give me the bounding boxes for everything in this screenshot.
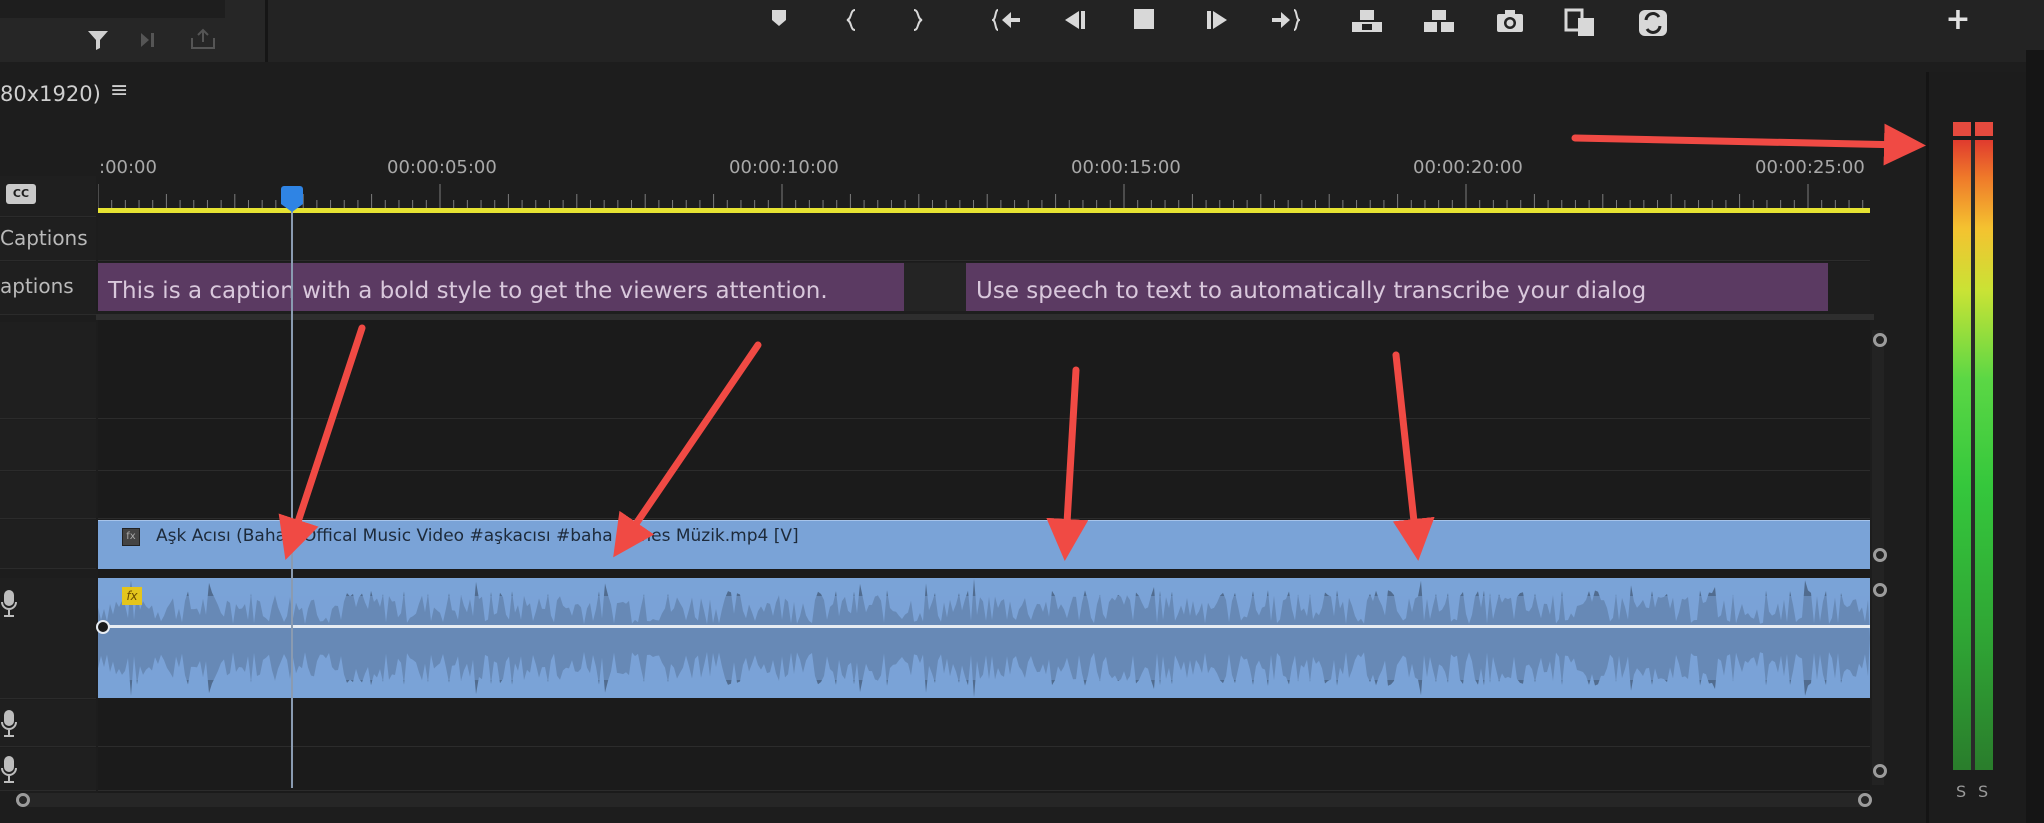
- track-header-video-main[interactable]: [0, 520, 96, 569]
- fx-badge: fx: [122, 587, 142, 605]
- track-header-audio-3[interactable]: [0, 748, 96, 791]
- go-to-out-icon[interactable]: [1265, 0, 1305, 40]
- caption-track-1[interactable]: [98, 218, 1870, 261]
- playhead-tip[interactable]: [281, 204, 303, 212]
- caption-clip[interactable]: Use speech to text to automatically tran…: [966, 263, 1828, 311]
- export-icon[interactable]: [183, 20, 223, 60]
- panel-edge: [2026, 50, 2044, 823]
- volume-keyframe-line[interactable]: [98, 625, 1870, 628]
- add-button[interactable]: +: [1938, 0, 1978, 40]
- microphone-icon[interactable]: [0, 588, 18, 624]
- ruler-timecode: 00:00:15:00: [1071, 157, 1181, 178]
- solo-button[interactable]: S: [1956, 782, 1966, 801]
- scroll-handle[interactable]: [1873, 548, 1887, 562]
- camera-icon[interactable]: [1490, 0, 1530, 40]
- fx-badge: fx: [122, 528, 140, 546]
- track-header-video-3[interactable]: [0, 322, 96, 419]
- video-track-2[interactable]: [98, 420, 1870, 471]
- step-forward-icon[interactable]: [1196, 0, 1236, 40]
- step-back-icon[interactable]: [1056, 0, 1096, 40]
- caption-track-label: aptions: [0, 274, 74, 298]
- sequence-name: 80x1920): [0, 82, 101, 106]
- track-header-video-1[interactable]: [0, 472, 96, 519]
- lift-icon[interactable]: [1347, 0, 1387, 40]
- peak-indicator-left[interactable]: [1953, 122, 1971, 136]
- playhead[interactable]: [281, 186, 303, 204]
- stop-icon[interactable]: [1124, 0, 1164, 40]
- ruler-timecode: 00:00:25:00: [1755, 157, 1865, 178]
- solo-button[interactable]: S: [1978, 782, 1988, 801]
- track-header-cc: CC: [0, 176, 96, 217]
- track-divider[interactable]: [96, 314, 1874, 320]
- sequence-menu-icon[interactable]: ≡: [110, 78, 128, 103]
- audio-meter-left: [1953, 140, 1971, 770]
- send-to-point-icon[interactable]: [130, 20, 170, 60]
- caption-clip[interactable]: This is a caption with a bold style to g…: [98, 263, 904, 311]
- microphone-icon[interactable]: [0, 754, 18, 790]
- video-track-1[interactable]: [98, 472, 1870, 519]
- zoom-handle-left[interactable]: [16, 793, 30, 807]
- panel-strip: [0, 0, 225, 18]
- annotation-arrow: [1571, 123, 1926, 166]
- ruler-timecode: :00:00: [99, 157, 157, 178]
- time-ruler[interactable]: [98, 180, 1870, 210]
- video-clip-label: Aşk Acısı (Baha - Offical Music Video #a…: [156, 526, 799, 546]
- microphone-icon[interactable]: [0, 708, 18, 744]
- scroll-handle[interactable]: [1873, 333, 1887, 347]
- video-track-3[interactable]: [98, 322, 1870, 419]
- playhead-line: [291, 206, 293, 788]
- extract-icon[interactable]: [1419, 0, 1459, 40]
- meter-divider: [1971, 140, 1975, 770]
- work-area-bar[interactable]: [98, 208, 1870, 213]
- go-to-in-icon[interactable]: [987, 0, 1027, 40]
- track-header-audio-1[interactable]: [0, 578, 96, 699]
- mark-in-icon[interactable]: [832, 0, 872, 40]
- loop-icon[interactable]: [1633, 0, 1673, 40]
- ruler-timecode: 00:00:05:00: [387, 157, 497, 178]
- audio-track-3[interactable]: [98, 748, 1870, 791]
- mark-out-icon[interactable]: [897, 0, 937, 40]
- caption-gap: [904, 263, 966, 311]
- caption-track-label: Captions: [0, 226, 88, 250]
- audio-waveform: [98, 578, 1870, 698]
- scroll-handle[interactable]: [1873, 764, 1887, 778]
- scroll-handle[interactable]: [1873, 583, 1887, 597]
- audio-track-2[interactable]: [98, 700, 1870, 747]
- filter-icon[interactable]: [78, 20, 118, 60]
- track-header-audio-2[interactable]: [0, 700, 96, 747]
- peak-indicator-right[interactable]: [1975, 122, 1993, 136]
- zoom-handle-right[interactable]: [1858, 793, 1872, 807]
- horizontal-scrollbar[interactable]: [18, 793, 1870, 807]
- track-header-captions-1[interactable]: Captions: [0, 218, 96, 261]
- track-header-video-2[interactable]: [0, 420, 96, 471]
- ruler-timecode: 00:00:10:00: [729, 157, 839, 178]
- marker-icon[interactable]: [759, 0, 799, 40]
- compare-icon[interactable]: [1561, 0, 1601, 40]
- keyframe-handle[interactable]: [96, 620, 110, 634]
- audio-meter-right: [1975, 140, 1993, 770]
- closed-captions-icon[interactable]: CC: [6, 184, 36, 204]
- ruler-timecode: 00:00:20:00: [1413, 157, 1523, 178]
- track-header-captions-2[interactable]: aptions: [0, 262, 96, 315]
